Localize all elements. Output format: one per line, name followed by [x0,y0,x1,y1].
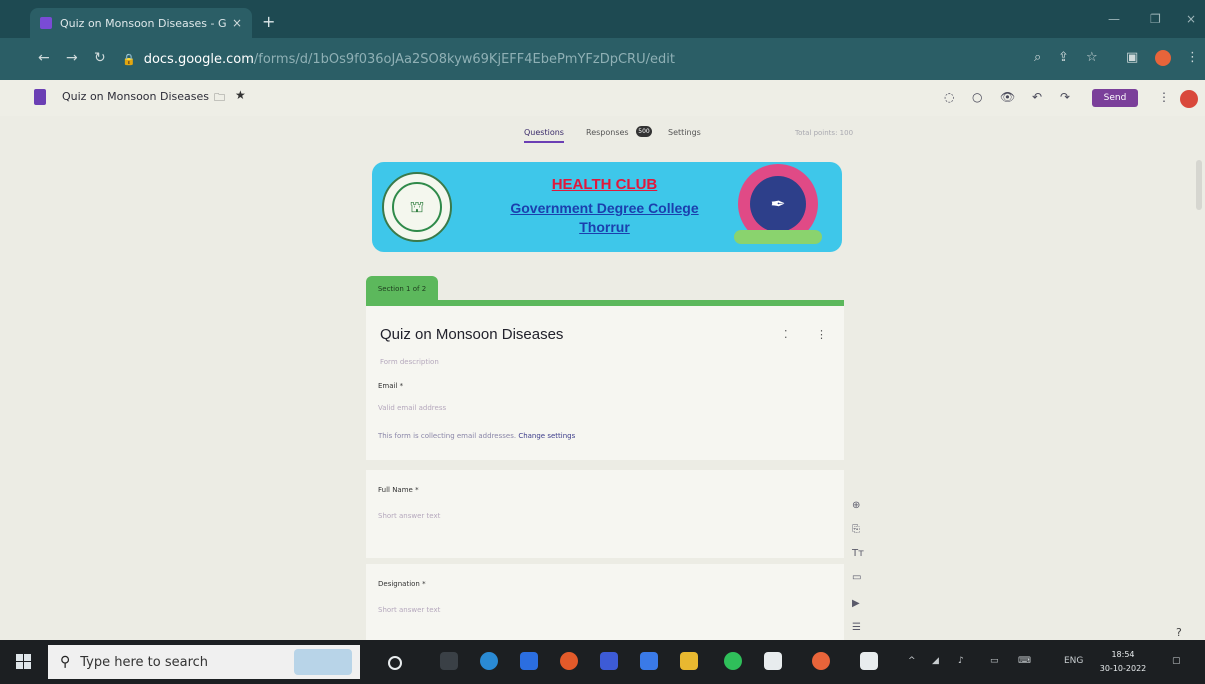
profile-avatar[interactable] [1155,50,1171,66]
email-field: Valid email address [378,404,447,412]
section-menu-icon[interactable]: ⋮ [816,328,827,341]
network-icon[interactable]: ◢ [932,656,939,666]
help-icon[interactable]: ? [1176,626,1182,639]
email-collection-note: This form is collecting email addresses.… [378,432,575,440]
account-avatar[interactable] [1180,90,1198,108]
preview-eye-icon[interactable]: 👁 [1000,90,1015,104]
form-header-banner: ⛫ HEALTH CLUB Government Degree College … [372,162,842,252]
browser-tab-title: Quiz on Monsoon Diseases - G [60,16,226,30]
banner-line1: HEALTH CLUB [551,176,658,193]
cortana-icon[interactable] [388,656,402,670]
keyboard-icon[interactable]: ⌨ [1018,656,1031,666]
tab-settings[interactable]: Settings [668,128,701,137]
move-to-folder-icon[interactable]: 🗀 [214,89,225,108]
college-logo-icon: ✒ [734,164,822,252]
add-title-icon[interactable]: Tт [852,548,864,559]
app-icon[interactable] [764,652,782,670]
star-icon[interactable]: ★ [235,88,246,102]
taskbar-clock[interactable]: 18:54 30-10-2022 [1098,648,1148,676]
banner-line3: Thorrur [579,219,630,235]
add-video-icon[interactable]: ▶ [852,598,860,609]
tab-responses[interactable]: Responses [586,128,629,137]
file-explorer-icon[interactable] [680,652,698,670]
window-close-button[interactable]: × [1186,12,1196,26]
zoom-app-icon[interactable] [640,652,658,670]
addon-icon[interactable]: ○ [972,90,982,104]
add-image-icon[interactable]: ▭ [852,572,861,583]
language-indicator[interactable]: ENG [1064,656,1083,666]
redo-icon[interactable]: ↷ [1060,90,1070,104]
more-options-icon[interactable]: ⋮ [1158,90,1170,104]
tab-questions[interactable]: Questions [524,128,564,143]
browser-tab[interactable]: Quiz on Monsoon Diseases - G × [30,8,252,38]
clock-date: 30-10-2022 [1099,664,1147,673]
new-tab-button[interactable]: + [262,12,275,31]
page-scrollbar[interactable] [1196,160,1202,210]
url-field[interactable]: 🔒 docs.google.com/forms/d/1bOs9f036oJAa2… [122,46,1022,72]
question-card-fullname[interactable]: Full Name * Short answer text [366,470,844,558]
responses-count-badge: 500 [636,126,652,137]
forward-icon[interactable]: → [66,50,78,66]
designation-label: Designation * [378,580,426,588]
import-questions-icon[interactable]: ⎘ [852,524,860,535]
url-host: docs.google.com [143,51,254,67]
notifications-icon[interactable]: ▢ [1172,656,1181,666]
clock-time: 18:54 [1111,650,1135,659]
total-points: Total points: 100 [795,129,854,137]
email-label: Email * [378,382,404,390]
fullname-answer-field: Short answer text [378,512,441,520]
send-button[interactable]: Send [1092,89,1138,107]
undo-icon[interactable]: ↶ [1032,90,1042,104]
fullname-label: Full Name * [378,486,419,494]
volume-icon[interactable]: ♪ [958,656,964,666]
browser-menu-icon[interactable]: ⋮ [1186,50,1199,65]
search-highlight-image [294,649,352,675]
zoom-icon[interactable]: ⌕ [1034,50,1041,65]
url-path: /forms/d/1bOs9f036oJAa2SO8kyw69KjEFF4Ebe… [253,51,675,67]
photos-app-icon[interactable] [860,652,878,670]
search-placeholder: Type here to search [80,654,209,670]
minimize-button[interactable]: — [1108,12,1120,26]
chrome-app-icon[interactable] [560,652,578,670]
lock-icon: 🔒 [122,52,136,66]
collapse-section-icon[interactable]: ⁚ [784,328,788,341]
tab-close-icon[interactable]: × [232,16,242,30]
edge-icon[interactable] [480,652,498,670]
add-section-icon[interactable]: ☰ [852,622,861,633]
change-settings-link[interactable]: Change settings [518,432,575,440]
chrome-active-icon[interactable] [812,652,830,670]
task-view-icon[interactable] [440,652,458,670]
search-icon: ⚲ [60,654,71,670]
email-note-text: This form is collecting email addresses. [378,432,517,440]
restore-button[interactable]: ❐ [1150,12,1161,26]
customize-theme-icon[interactable]: ◌ [944,90,954,104]
form-description-field[interactable]: Form description [380,358,439,366]
section-badge: Section 1 of 2 [366,276,438,302]
form-title-card[interactable]: Quiz on Monsoon Diseases ⁚ ⋮ Form descri… [366,306,844,460]
add-question-icon[interactable]: ⊕ [852,500,860,511]
form-title[interactable]: Quiz on Monsoon Diseases [380,326,563,343]
back-icon[interactable]: ← [38,50,50,66]
designation-answer-field: Short answer text [378,606,441,614]
banner-line2: Government Degree College [510,200,699,216]
forms-favicon-icon [40,17,52,29]
word-app-icon[interactable] [600,652,618,670]
google-forms-icon[interactable] [34,89,46,105]
tray-overflow-icon[interactable]: ^ [908,656,916,666]
sidepanel-icon[interactable]: ▣ [1126,50,1138,65]
telangana-emblem-icon: ⛫ [382,172,452,242]
taskbar-search-box[interactable]: ⚲ Type here to search [48,645,360,679]
document-title[interactable]: Quiz on Monsoon Diseases [62,90,209,103]
bookmark-star-icon[interactable]: ☆ [1086,50,1098,65]
share-icon[interactable]: ⇪ [1058,50,1069,65]
reload-icon[interactable]: ↻ [94,50,106,66]
question-card-designation[interactable]: Designation * Short answer text [366,564,844,640]
whatsapp-icon[interactable] [724,652,742,670]
windows-start-icon[interactable] [16,654,32,670]
store-icon[interactable] [520,652,538,670]
battery-icon[interactable]: ▭ [990,656,999,666]
